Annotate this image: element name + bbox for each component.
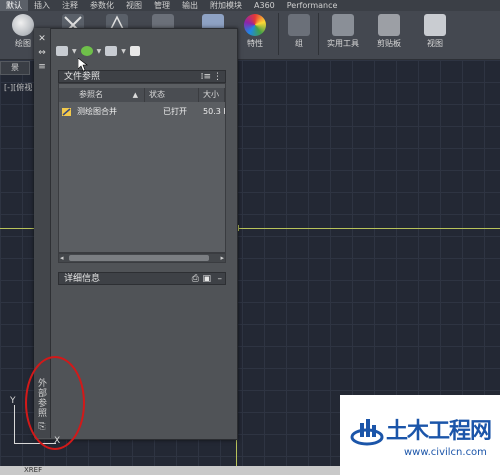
calculator-icon: [332, 14, 354, 36]
scroll-left-icon[interactable]: ◂: [60, 254, 64, 262]
utilities-label: 实用工具: [327, 39, 359, 48]
palette-toolbar: ▼ ▼ ▼: [56, 40, 140, 62]
ribbon-tab-bar: 默认 插入 注释 参数化 视图 管理 输出 附加模块 A360 Performa…: [0, 0, 500, 11]
help-icon[interactable]: [129, 46, 140, 56]
horizontal-scrollbar[interactable]: ◂ ▸: [58, 253, 226, 263]
column-header-size[interactable]: 大小: [199, 88, 225, 102]
sort-up-icon: ▲: [132, 91, 138, 99]
details-header[interactable]: 详细信息 ⎙ ▣ –: [58, 272, 226, 285]
tab-parametric[interactable]: 参数化: [84, 0, 120, 11]
draw-icon: [12, 14, 34, 36]
drawing-file-icon: [61, 106, 73, 121]
scrollbar-thumb[interactable]: [69, 255, 209, 261]
chevron-down-icon[interactable]: ▼: [72, 48, 77, 55]
groups-label: 组: [295, 39, 303, 48]
tab-annotate[interactable]: 注释: [56, 0, 84, 11]
scroll-right-icon[interactable]: ▸: [220, 254, 224, 262]
ribbon-divider: [278, 13, 279, 55]
clipboard-button[interactable]: 剪贴板: [372, 11, 406, 57]
refresh-icon[interactable]: [80, 46, 93, 56]
change-path-icon[interactable]: [105, 46, 118, 56]
attach-dwg-icon[interactable]: [56, 46, 68, 56]
properties-button[interactable]: 特性: [238, 11, 272, 57]
group-icon: [288, 14, 310, 36]
ucs-y-axis: [14, 405, 15, 443]
tab-view[interactable]: 视图: [120, 0, 148, 11]
watermark-url: www.civilcn.com: [404, 447, 487, 458]
view-icon: [424, 14, 446, 36]
mouse-cursor-icon: [78, 58, 88, 72]
clipboard-icon: [378, 14, 400, 36]
tab-output[interactable]: 输出: [176, 0, 204, 11]
view-label: 视图: [427, 39, 443, 48]
tab-performance[interactable]: Performance: [281, 0, 344, 11]
close-icon[interactable]: ✕: [37, 34, 47, 44]
ref-size: 50.3 I: [203, 107, 225, 116]
auto-hide-icon[interactable]: ⇔: [37, 48, 47, 58]
tab-insert[interactable]: 插入: [28, 0, 56, 11]
ref-name: 测绘图合并: [77, 107, 117, 116]
details-title: 详细信息: [64, 274, 101, 284]
tab-a360[interactable]: A360: [248, 0, 281, 11]
properties-icon[interactable]: ≡: [37, 62, 47, 72]
tab-addins[interactable]: 附加模块: [204, 0, 248, 11]
chevron-down-icon[interactable]: ▼: [97, 48, 102, 55]
ucs-y-label: Y: [10, 396, 16, 406]
viewport-label[interactable]: [-][俯视: [4, 82, 32, 93]
tab-manage[interactable]: 管理: [148, 0, 176, 11]
clipboard-label: 剪贴板: [377, 39, 401, 48]
file-references-list[interactable]: 参照名 ▲ 状态 大小 测绘图合并 已打开 50.3 I: [58, 83, 226, 253]
properties-label: 特性: [247, 39, 263, 48]
view-button[interactable]: 视图: [418, 11, 452, 57]
file-tab[interactable]: 景: [0, 61, 30, 75]
civilcn-logo-icon: [350, 419, 384, 446]
column-header-status[interactable]: 状态: [145, 88, 199, 102]
ribbon-divider: [318, 13, 319, 55]
tab-default[interactable]: 默认: [0, 0, 28, 11]
groups-button[interactable]: 组: [282, 11, 316, 57]
chevron-down-icon[interactable]: ▼: [121, 48, 126, 55]
watermark: 土木工程网 www.civilcn.com: [340, 395, 500, 475]
color-wheel-icon: [244, 14, 266, 36]
utilities-button[interactable]: 实用工具: [326, 11, 360, 57]
file-references-title: 文件参照: [64, 72, 101, 82]
ref-status: 已打开: [163, 107, 187, 116]
annotation-circle: [25, 356, 85, 450]
watermark-title: 土木工程网: [386, 419, 492, 444]
table-row[interactable]: 测绘图合并 已打开 50.3 I: [59, 106, 225, 118]
column-header-name[interactable]: 参照名 ▲: [59, 88, 145, 102]
